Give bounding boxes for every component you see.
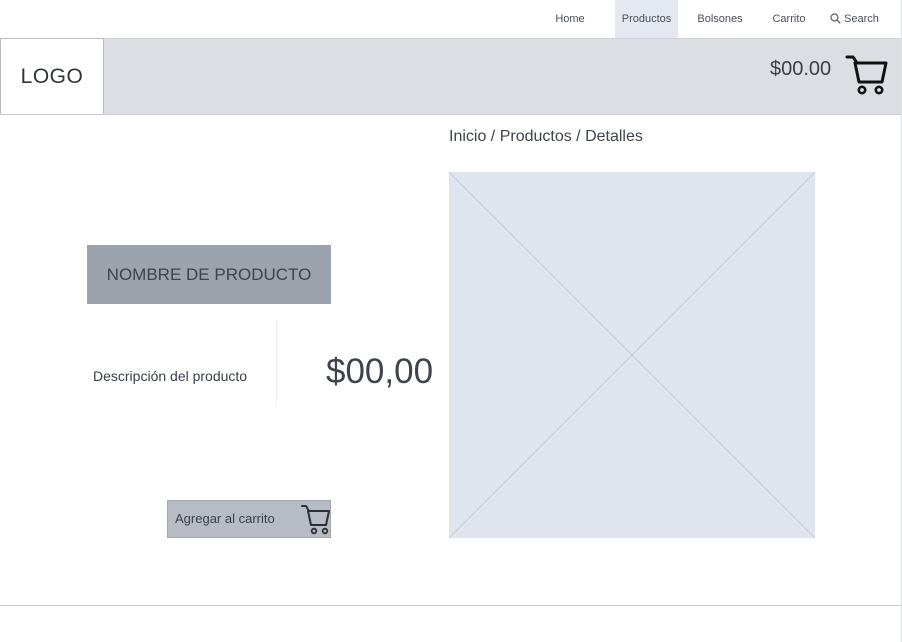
header-band: [0, 38, 901, 115]
breadcrumb[interactable]: Inicio / Productos / Detalles: [449, 128, 643, 146]
cart-total: $00.00: [770, 58, 832, 80]
add-to-cart-button[interactable]: Agregar al carrito: [167, 500, 331, 538]
cart-icon: [301, 505, 330, 535]
nav-item-carrito[interactable]: Carrito: [764, 0, 814, 38]
page: Home Productos Bolsones Carrito Search L…: [0, 0, 902, 642]
image-placeholder-icon: [449, 172, 815, 538]
nav-search[interactable]: Search: [830, 0, 886, 38]
top-nav: Home Productos Bolsones Carrito Search: [0, 0, 901, 38]
nav-item-home[interactable]: Home: [545, 0, 595, 38]
header-divider: [0, 114, 901, 115]
add-to-cart-label: Agregar al carrito: [175, 511, 275, 526]
cart-icon[interactable]: [845, 54, 889, 96]
search-label: Search: [844, 13, 879, 25]
divider: [276, 320, 277, 406]
search-icon: [830, 13, 841, 24]
product-description: Descripción del producto: [93, 368, 248, 384]
footer-divider: [0, 605, 901, 606]
logo[interactable]: LOGO: [0, 38, 104, 115]
nav-item-bolsones[interactable]: Bolsones: [692, 0, 748, 38]
product-name: NOMBRE DE PRODUCTO: [87, 245, 331, 304]
product-price: $00,00: [326, 352, 434, 391]
nav-item-productos[interactable]: Productos: [615, 0, 678, 38]
